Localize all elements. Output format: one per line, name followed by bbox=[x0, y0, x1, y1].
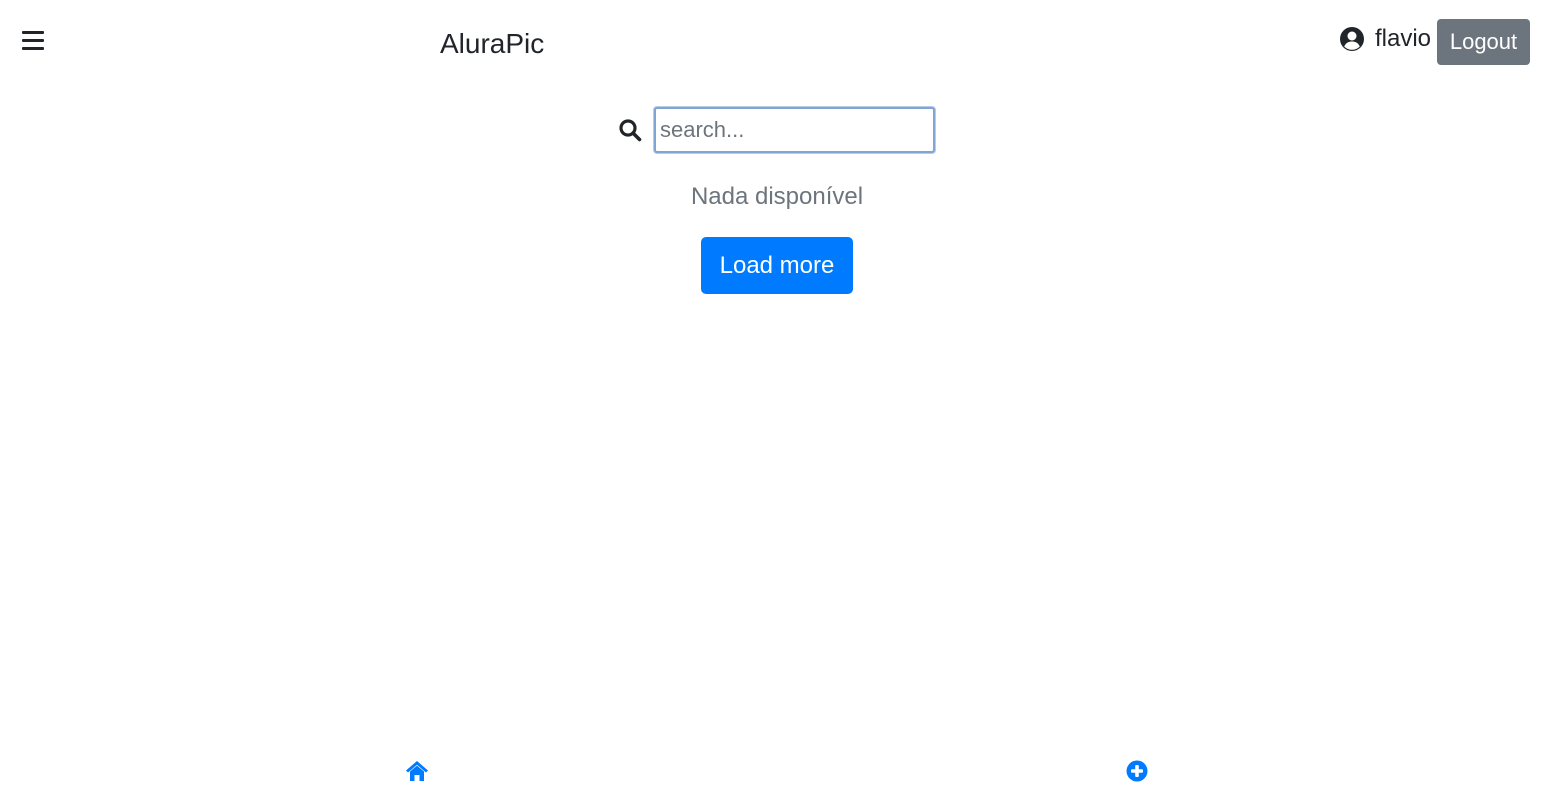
home-icon[interactable] bbox=[405, 760, 429, 782]
search-bar bbox=[618, 107, 935, 153]
user-area: flavio Logout bbox=[1339, 19, 1530, 65]
empty-message: Nada disponível bbox=[690, 183, 864, 210]
page: AluraPic flavio Logout Nada disponível L… bbox=[0, 0, 1554, 794]
load-more-button[interactable]: Load more bbox=[701, 237, 853, 294]
user-circle-icon bbox=[1339, 27, 1364, 51]
hamburger-line bbox=[22, 47, 44, 50]
brand-title[interactable]: AluraPic bbox=[440, 24, 544, 64]
hamburger-menu-icon bbox=[22, 31, 44, 34]
logout-button[interactable]: Logout bbox=[1437, 19, 1530, 65]
user-name: flavio bbox=[1374, 25, 1431, 52]
menu-button[interactable] bbox=[22, 31, 46, 53]
plus-circle-icon[interactable] bbox=[1126, 760, 1148, 782]
search-icon bbox=[619, 119, 642, 142]
hamburger-line bbox=[22, 39, 44, 42]
search-input[interactable] bbox=[654, 107, 935, 153]
